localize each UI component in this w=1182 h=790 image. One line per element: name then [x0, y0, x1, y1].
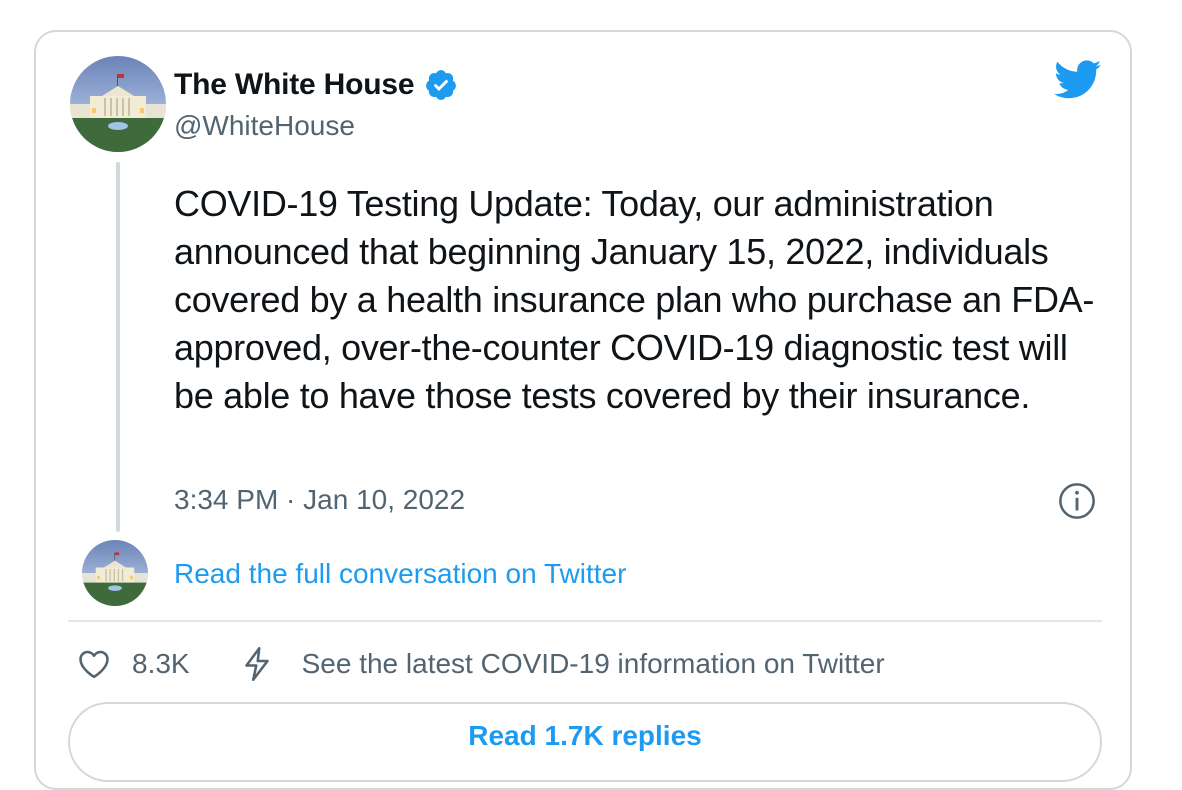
author-avatar[interactable] [70, 56, 166, 152]
heart-icon[interactable] [76, 646, 112, 682]
author-display-name[interactable]: The White House [174, 68, 415, 102]
read-replies-button[interactable]: Read 1.7K replies [68, 702, 1102, 782]
tweet-card: The White House @WhiteHouse COVID-19 Tes… [34, 30, 1132, 790]
tweet-timestamp[interactable]: 3:34 PM · Jan 10, 2022 [174, 484, 465, 516]
read-full-conversation-link[interactable]: Read the full conversation on Twitter [174, 558, 626, 590]
author-name-row: The White House [174, 68, 458, 102]
tweet-text: COVID-19 Testing Update: Today, our admi… [174, 183, 1095, 416]
divider [68, 620, 1102, 622]
reply-avatar[interactable] [82, 540, 148, 606]
twitter-bird-icon[interactable] [1054, 60, 1102, 100]
verified-badge-icon [426, 70, 457, 100]
lightning-bolt-icon [244, 646, 269, 682]
author-handle[interactable]: @WhiteHouse [174, 110, 355, 142]
thread-connector-line [116, 162, 120, 532]
covid-info-link[interactable]: See the latest COVID-19 information on T… [302, 648, 885, 680]
white-house-photo [70, 56, 166, 152]
read-replies-label: Read 1.7K replies [468, 720, 702, 751]
white-house-photo [82, 540, 148, 606]
info-icon[interactable] [1058, 482, 1096, 520]
like-count[interactable]: 8.3K [132, 648, 190, 680]
tweet-actions: 8.3K See the latest COVID-19 information… [76, 644, 885, 684]
